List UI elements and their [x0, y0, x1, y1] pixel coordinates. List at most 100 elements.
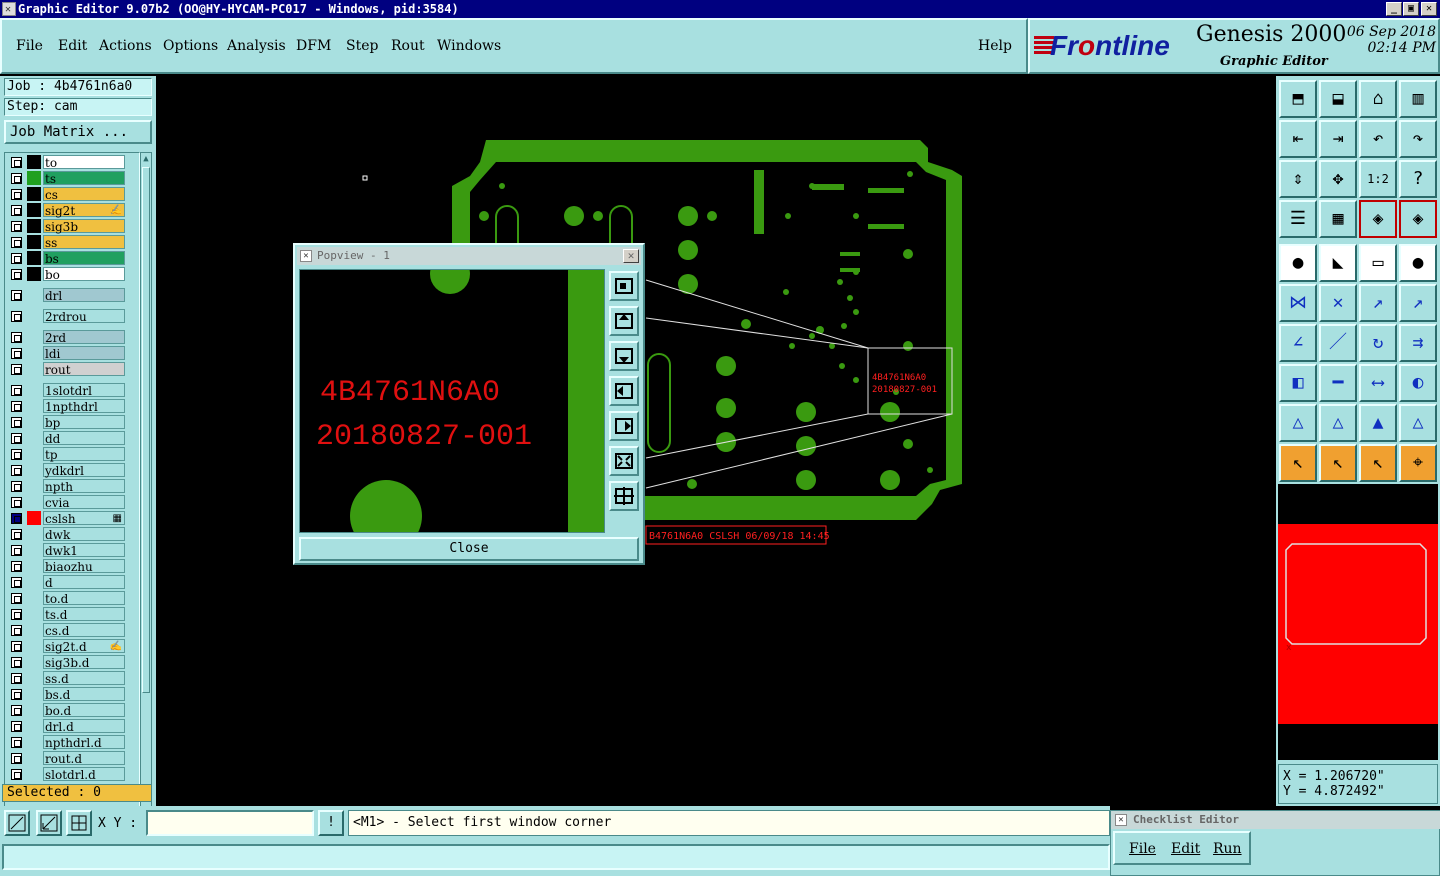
- checklist-system-icon[interactable]: ✕: [1115, 814, 1127, 826]
- layer-row[interactable]: drl.d: [7, 719, 127, 734]
- layer-name[interactable]: 1npthdrl: [43, 399, 125, 414]
- layer-row[interactable]: ts: [7, 171, 127, 186]
- layer-checkbox[interactable]: [11, 561, 22, 572]
- layer-checkbox[interactable]: [11, 769, 22, 780]
- layer-checkbox[interactable]: [11, 577, 22, 588]
- layer-name[interactable]: drl.d: [43, 719, 125, 734]
- edit-layer-icon[interactable]: ⬒: [1279, 80, 1317, 118]
- layer-name[interactable]: bp: [43, 415, 125, 430]
- pv-pan-right-icon[interactable]: [609, 411, 639, 441]
- minimize-button[interactable]: _: [1386, 2, 1402, 16]
- layer-row[interactable]: bp: [7, 415, 127, 430]
- layer-row[interactable]: sig3b: [7, 219, 127, 234]
- layer-checkbox[interactable]: [11, 205, 22, 216]
- popview-title-bar[interactable]: ✕ Popview - 1 ✕: [297, 247, 641, 265]
- redo-icon[interactable]: ↷: [1399, 120, 1437, 158]
- layer-checkbox[interactable]: [11, 385, 22, 396]
- layer-name[interactable]: ydkdrl: [43, 463, 125, 478]
- layer-row[interactable]: ss.d: [7, 671, 127, 686]
- board-preview[interactable]: x: [1278, 484, 1438, 760]
- layer-name[interactable]: slotdrl.d: [43, 767, 125, 782]
- home-icon[interactable]: ⌂: [1359, 80, 1397, 118]
- split-icon[interactable]: ⇉: [1399, 324, 1437, 362]
- layer-checkbox[interactable]: [11, 332, 22, 343]
- layer-color-swatch[interactable]: [27, 203, 41, 217]
- window-split-icon[interactable]: ▥: [1399, 80, 1437, 118]
- menu-rout[interactable]: Rout: [391, 38, 425, 54]
- layer-name[interactable]: ts.d: [43, 607, 125, 622]
- layer-checkbox[interactable]: [11, 721, 22, 732]
- grid-view-icon[interactable]: ▦: [1319, 200, 1357, 238]
- layer-color-swatch[interactable]: [27, 267, 41, 281]
- select-net-icon[interactable]: ⌖: [1399, 444, 1437, 482]
- layer-name[interactable]: cs: [43, 187, 125, 202]
- layer-name[interactable]: rout.d: [43, 751, 125, 766]
- layer-color-swatch[interactable]: [27, 155, 41, 169]
- select-pointer-icon[interactable]: ↖: [1279, 444, 1317, 482]
- open-step-icon[interactable]: ⬓: [1319, 80, 1357, 118]
- layer-name[interactable]: drl: [43, 288, 125, 303]
- layer-row[interactable]: rout.d: [7, 751, 127, 766]
- snap-icon[interactable]: [4, 810, 30, 836]
- layer-name[interactable]: ldi: [43, 346, 125, 361]
- layer-row[interactable]: bo.d: [7, 703, 127, 718]
- pv-pan-left-icon[interactable]: [609, 376, 639, 406]
- layer-row[interactable]: dwk1: [7, 543, 127, 558]
- layer-list[interactable]: to ts cs sig2t ✍ sig3b ss bs bo drl 2rdrou 2rd ldi ro…: [4, 152, 140, 854]
- layer-row[interactable]: 1slotdrl: [7, 383, 127, 398]
- layer-row[interactable]: bs: [7, 251, 127, 266]
- select-box-icon[interactable]: ↖: [1319, 444, 1357, 482]
- arc-icon[interactable]: ↻: [1359, 324, 1397, 362]
- layer-row[interactable]: to.d: [7, 591, 127, 606]
- layer-name[interactable]: npthdrl.d: [43, 735, 125, 750]
- help-query-icon[interactable]: ?: [1399, 160, 1437, 198]
- resize-icon[interactable]: ⟷: [1359, 364, 1397, 402]
- select-poly-icon[interactable]: ↖: [1359, 444, 1397, 482]
- layer-name[interactable]: ts: [43, 171, 125, 186]
- layer-name[interactable]: bs.d: [43, 687, 125, 702]
- layer-row[interactable]: npth: [7, 479, 127, 494]
- layer-row[interactable]: bo: [7, 267, 127, 282]
- pv-zoom-window-icon[interactable]: [609, 271, 639, 301]
- add-pad-icon[interactable]: ●: [1279, 244, 1317, 282]
- slash-line-icon[interactable]: ／: [1319, 324, 1357, 362]
- checklist-menu-file[interactable]: File: [1129, 841, 1156, 857]
- menu-windows[interactable]: Windows: [437, 38, 501, 54]
- layer-row[interactable]: dd: [7, 431, 127, 446]
- layer-row[interactable]: slotdrl.d: [7, 767, 127, 782]
- layer-name[interactable]: to.d: [43, 591, 125, 606]
- menu-edit[interactable]: Edit: [58, 38, 87, 54]
- layer-checkbox[interactable]: [11, 609, 22, 620]
- layer-checkbox[interactable]: [11, 705, 22, 716]
- scroll-up-icon[interactable]: ▲: [141, 153, 151, 165]
- feature-filter-icon[interactable]: ☰: [1279, 200, 1317, 238]
- blob-icon[interactable]: ◐: [1399, 364, 1437, 402]
- layer-row[interactable]: bs.d: [7, 687, 127, 702]
- move-left-icon[interactable]: ⇤: [1279, 120, 1317, 158]
- route-point-icon[interactable]: ↗: [1399, 284, 1437, 322]
- move-right-icon[interactable]: ⇥: [1319, 120, 1357, 158]
- pv-zoom-in-icon[interactable]: [609, 481, 639, 511]
- popview-view[interactable]: 4B4761N6A0 20180827-001: [299, 269, 605, 533]
- layer-checkbox[interactable]: [11, 221, 22, 232]
- draw-line-icon[interactable]: ◣: [1319, 244, 1357, 282]
- layer-checkbox[interactable]: [11, 401, 22, 412]
- scale-1-2-icon[interactable]: 1:2: [1359, 160, 1397, 198]
- layer-checkbox[interactable]: [11, 497, 22, 508]
- layer-checkbox[interactable]: [11, 449, 22, 460]
- layer-checkbox[interactable]: [11, 433, 22, 444]
- layer-swap-icon[interactable]: ◈: [1399, 200, 1437, 238]
- layer-row[interactable]: npthdrl.d: [7, 735, 127, 750]
- close-window-button[interactable]: ✕: [1421, 2, 1437, 16]
- layer-row[interactable]: d: [7, 575, 127, 590]
- layer-name[interactable]: dd: [43, 431, 125, 446]
- scroll-thumb[interactable]: [142, 167, 150, 693]
- pv-pan-down-icon[interactable]: [609, 341, 639, 371]
- pan-all-icon[interactable]: ✥: [1319, 160, 1357, 198]
- layer-row[interactable]: cs: [7, 187, 127, 202]
- layer-row[interactable]: ldi: [7, 346, 127, 361]
- layer-row[interactable]: 2rdrou: [7, 309, 127, 324]
- layer-checkbox[interactable]: [11, 173, 22, 184]
- layer-row[interactable]: biaozhu: [7, 559, 127, 574]
- layer-name[interactable]: ss: [43, 235, 125, 250]
